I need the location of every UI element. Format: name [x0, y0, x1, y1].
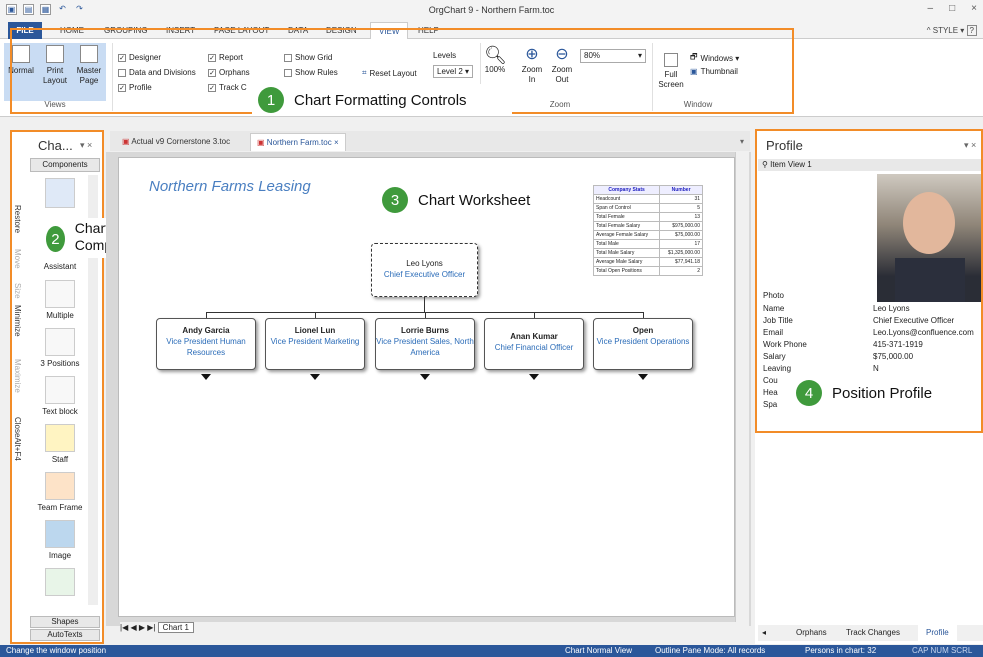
- stats-value: 13: [659, 212, 703, 222]
- doc-tab-actual[interactable]: ▣ Actual v9 Cornerstone 3.toc: [116, 133, 236, 151]
- callout-1-text: Chart Formatting Controls: [294, 91, 467, 109]
- callout-4-text: Position Profile: [832, 384, 933, 402]
- status-persons: Persons in chart: 32: [805, 646, 877, 655]
- stats-label: Average Female Salary: [592, 230, 661, 240]
- org-node[interactable]: Anan Kumar Chief Financial Officer: [484, 318, 584, 370]
- node-title: Vice President Sales, North America: [376, 337, 474, 357]
- sheet-nav-icon[interactable]: |◀ ◀ ▶ ▶|: [120, 623, 155, 632]
- stats-value: 2: [659, 266, 703, 276]
- node-name: Lionel Lun: [294, 326, 336, 335]
- callout-2-number: 2: [46, 226, 65, 252]
- org-node[interactable]: Andy Garcia Vice President Human Resourc…: [156, 318, 256, 370]
- window-controls: – □ ×: [928, 3, 977, 14]
- stats-row: Total Male 17: [592, 239, 703, 249]
- expand-arrow-icon[interactable]: [310, 374, 320, 380]
- expand-arrow-icon[interactable]: [420, 374, 430, 380]
- style-button[interactable]: ^ STYLE ▾ ?: [926, 25, 977, 36]
- doc-icon: ▣: [257, 138, 265, 147]
- root-title: Chief Executive Officer: [383, 270, 466, 279]
- style-label: ^ STYLE ▾: [926, 26, 965, 35]
- tab-profile[interactable]: Profile: [918, 625, 957, 641]
- stats-row: Headcount 31: [592, 194, 703, 204]
- stats-value: $75,000.00: [659, 230, 703, 240]
- node-title: Chief Financial Officer: [494, 343, 574, 352]
- doc-tab-northern-farm[interactable]: ▣ Northern Farm.toc ×: [250, 133, 346, 151]
- stats-value: $77,941.18: [659, 257, 703, 267]
- help-icon[interactable]: ?: [966, 25, 977, 36]
- design-components-highlight: [10, 130, 104, 644]
- callout-3: 3 Chart Worksheet: [378, 186, 558, 214]
- sheet-tabs-bar: |◀ ◀ ▶ ▶| Chart 1: [120, 622, 740, 634]
- minimize-button[interactable]: –: [928, 3, 934, 14]
- status-message: Change the window position: [6, 646, 107, 655]
- stats-header-row: Company Stats Number: [592, 185, 703, 195]
- stats-row: Total Female 13: [592, 212, 703, 222]
- org-node[interactable]: Lionel Lun Vice President Marketing: [265, 318, 365, 370]
- stats-value: 31: [659, 194, 703, 204]
- stats-row: Total Female Salary $975,000.00: [592, 221, 703, 231]
- status-view: Chart Normal View: [565, 646, 632, 655]
- doc-tab-close-icon[interactable]: ×: [334, 138, 339, 147]
- org-node[interactable]: Open Vice President Operations: [593, 318, 693, 370]
- doc-icon: ▣: [122, 137, 130, 146]
- vertical-scrollbar[interactable]: [735, 152, 749, 626]
- stats-value: $975,000.00: [659, 221, 703, 231]
- stats-label: Span of Control: [592, 203, 661, 213]
- stats-value: 17: [659, 239, 703, 249]
- stats-header: Number: [659, 185, 703, 195]
- org-node[interactable]: Lorrie Burns Vice President Sales, North…: [375, 318, 475, 370]
- stats-row: Average Female Salary $75,000.00: [592, 230, 703, 240]
- stats-label: Average Male Salary: [592, 257, 661, 267]
- doc-tabs-dropdown-icon[interactable]: ▾: [734, 133, 750, 151]
- stats-label: Total Female: [592, 212, 661, 222]
- company-stats-table: Company Stats Number Headcount 31 Span of C…: [592, 185, 703, 276]
- expand-arrow-icon[interactable]: [638, 374, 648, 380]
- root-name: Leo Lyons: [406, 259, 443, 268]
- stats-label: Total Female Salary: [592, 221, 661, 231]
- stats-row: Total Male Salary $1,325,000.00: [592, 248, 703, 258]
- document-tabs: ▣ Actual v9 Cornerstone 3.toc ▣ Northern…: [110, 131, 750, 151]
- expand-arrow-icon[interactable]: [201, 374, 211, 380]
- sheet-tab[interactable]: Chart 1: [157, 622, 194, 633]
- chart-heading: Northern Farms Leasing: [149, 178, 311, 195]
- window-title: OrgChart 9 - Northern Farm.toc: [428, 5, 555, 15]
- status-outline: Outline Pane Mode: All records: [655, 646, 766, 655]
- stats-row: Total Open Positions 2: [592, 266, 703, 276]
- node-name: Anan Kumar: [510, 332, 558, 341]
- node-name: Andy Garcia: [182, 326, 230, 335]
- tab-orphans[interactable]: Orphans: [796, 625, 827, 641]
- root-node[interactable]: Leo Lyons Chief Executive Officer: [371, 243, 478, 297]
- status-bar: Change the window position Chart Normal …: [0, 645, 983, 657]
- callout-4: 4 Position Profile: [790, 378, 968, 408]
- stats-row: Average Male Salary $77,941.18: [592, 257, 703, 267]
- callout-4-number: 4: [796, 380, 822, 406]
- tabs-scroll-left-icon[interactable]: ◂: [762, 625, 766, 641]
- stats-row: Span of Control 5: [592, 203, 703, 213]
- node-title: Vice President Marketing: [270, 337, 360, 346]
- maximize-button[interactable]: □: [949, 3, 955, 14]
- callout-1: 1 Chart Formatting Controls: [252, 84, 512, 116]
- stats-label: Headcount: [592, 194, 661, 204]
- stats-label: Total Male Salary: [592, 248, 661, 258]
- stats-label: Total Male: [592, 239, 661, 249]
- stats-label: Total Open Positions: [592, 266, 661, 276]
- callout-3-number: 3: [382, 187, 408, 213]
- stats-header: Company Stats: [592, 185, 661, 195]
- node-name: Lorrie Burns: [400, 326, 449, 335]
- close-button[interactable]: ×: [971, 3, 977, 14]
- tab-track-changes[interactable]: Track Changes: [846, 625, 900, 641]
- node-title: Vice President Operations: [596, 337, 690, 346]
- status-keys: CAP NUM SCRL: [912, 646, 973, 655]
- stats-body: Headcount 31 Span of Control 5 Total Female 1…: [592, 194, 703, 276]
- expand-arrow-icon[interactable]: [529, 374, 539, 380]
- callout-1-number: 1: [258, 87, 284, 113]
- stats-value: 5: [659, 203, 703, 213]
- profile-bottom-tabs: ◂ Orphans Track Changes Profile: [758, 625, 983, 641]
- node-title: Vice President Human Resources: [166, 337, 246, 357]
- callout-3-text: Chart Worksheet: [418, 191, 531, 209]
- node-name: Open: [632, 326, 654, 335]
- stats-value: $1,325,000.00: [659, 248, 703, 258]
